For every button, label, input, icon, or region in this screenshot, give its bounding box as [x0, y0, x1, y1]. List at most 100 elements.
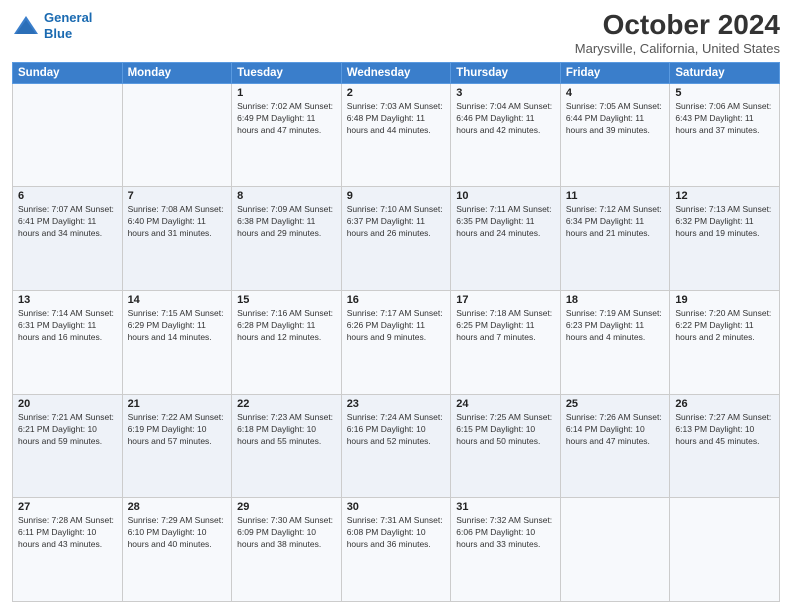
day-number: 10 [456, 190, 555, 202]
day-cell: 18 Sunrise: 7:19 AM Sunset: 6:23 PM Dayli… [560, 291, 670, 395]
day-detail: Sunrise: 7:29 AM Sunset: 6:10 PM Dayligh… [128, 515, 227, 551]
day-number: 18 [566, 294, 665, 306]
logo-icon [12, 14, 40, 38]
day-cell: 15 Sunrise: 7:16 AM Sunset: 6:28 PM Dayli… [232, 291, 342, 395]
day-number: 14 [128, 294, 227, 306]
day-cell: 4 Sunrise: 7:05 AM Sunset: 6:44 PM Daylig… [560, 83, 670, 187]
day-number: 1 [237, 87, 336, 99]
weekday-header-friday: Friday [560, 62, 670, 83]
weekday-header-thursday: Thursday [451, 62, 561, 83]
day-cell: 17Sunrise: 7:18 AM Sunset: 6:25 PM Dayli… [451, 291, 561, 395]
week-row-4: 20Sunrise: 7:21 AM Sunset: 6:21 PM Dayli… [13, 394, 780, 498]
day-number: 7 [128, 190, 227, 202]
day-detail: Sunrise: 7:15 AM Sunset: 6:29 PM Dayligh… [128, 308, 227, 344]
day-cell: 29 Sunrise: 7:30 AM Sunset: 6:09 PM Dayli… [232, 498, 342, 602]
day-number: 15 [237, 294, 336, 306]
weekday-header-wednesday: Wednesday [341, 62, 451, 83]
day-detail: Sunrise: 7:10 AM Sunset: 6:37 PM Dayligh… [347, 204, 446, 240]
day-detail: Sunrise: 7:28 AM Sunset: 6:11 PM Dayligh… [18, 515, 117, 551]
day-detail: Sunrise: 7:09 AM Sunset: 6:38 PM Dayligh… [237, 204, 336, 240]
day-detail: Sunrise: 7:25 AM Sunset: 6:15 PM Dayligh… [456, 412, 555, 448]
day-detail: Sunrise: 7:03 AM Sunset: 6:48 PM Dayligh… [347, 101, 446, 137]
day-detail: Sunrise: 7:21 AM Sunset: 6:21 PM Dayligh… [18, 412, 117, 448]
day-detail: Sunrise: 7:27 AM Sunset: 6:13 PM Dayligh… [675, 412, 774, 448]
day-cell: 8 Sunrise: 7:09 AM Sunset: 6:38 PM Daylig… [232, 187, 342, 291]
day-cell: 20Sunrise: 7:21 AM Sunset: 6:21 PM Dayli… [13, 394, 123, 498]
day-cell: 9 Sunrise: 7:10 AM Sunset: 6:37 PM Daylig… [341, 187, 451, 291]
day-number: 3 [456, 87, 555, 99]
day-number: 4 [566, 87, 665, 99]
day-cell: 21 Sunrise: 7:22 AM Sunset: 6:19 PM Dayli… [122, 394, 232, 498]
day-cell [13, 83, 123, 187]
day-cell: 16 Sunrise: 7:17 AM Sunset: 6:26 PM Dayli… [341, 291, 451, 395]
week-row-2: 6 Sunrise: 7:07 AM Sunset: 6:41 PM Daylig… [13, 187, 780, 291]
day-detail: Sunrise: 7:12 AM Sunset: 6:34 PM Dayligh… [566, 204, 665, 240]
logo: General Blue [12, 10, 92, 41]
day-detail: Sunrise: 7:22 AM Sunset: 6:19 PM Dayligh… [128, 412, 227, 448]
day-cell: 23 Sunrise: 7:24 AM Sunset: 6:16 PM Dayli… [341, 394, 451, 498]
day-detail: Sunrise: 7:05 AM Sunset: 6:44 PM Dayligh… [566, 101, 665, 137]
day-number: 24 [456, 398, 555, 410]
day-number: 19 [675, 294, 774, 306]
week-row-5: 27Sunrise: 7:28 AM Sunset: 6:11 PM Dayli… [13, 498, 780, 602]
day-detail: Sunrise: 7:02 AM Sunset: 6:49 PM Dayligh… [237, 101, 336, 137]
day-number: 29 [237, 501, 336, 513]
weekday-header-saturday: Saturday [670, 62, 780, 83]
day-number: 30 [347, 501, 446, 513]
day-cell: 7Sunrise: 7:08 AM Sunset: 6:40 PM Daylig… [122, 187, 232, 291]
day-detail: Sunrise: 7:06 AM Sunset: 6:43 PM Dayligh… [675, 101, 774, 137]
day-number: 11 [566, 190, 665, 202]
day-cell: 11 Sunrise: 7:12 AM Sunset: 6:34 PM Dayli… [560, 187, 670, 291]
day-cell: 10 Sunrise: 7:11 AM Sunset: 6:35 PM Dayli… [451, 187, 561, 291]
day-number: 2 [347, 87, 446, 99]
day-number: 13 [18, 294, 117, 306]
day-number: 31 [456, 501, 555, 513]
day-number: 16 [347, 294, 446, 306]
day-cell: 5Sunrise: 7:06 AM Sunset: 6:43 PM Daylig… [670, 83, 780, 187]
logo-line2: Blue [44, 26, 72, 41]
week-row-1: 1 Sunrise: 7:02 AM Sunset: 6:49 PM Daylig… [13, 83, 780, 187]
title-block: October 2024 Marysville, California, Uni… [575, 10, 780, 56]
day-cell [122, 83, 232, 187]
day-detail: Sunrise: 7:20 AM Sunset: 6:22 PM Dayligh… [675, 308, 774, 344]
weekday-row: SundayMondayTuesdayWednesdayThursdayFrid… [13, 62, 780, 83]
day-cell: 25 Sunrise: 7:26 AM Sunset: 6:14 PM Dayli… [560, 394, 670, 498]
day-number: 6 [18, 190, 117, 202]
day-cell: 30Sunrise: 7:31 AM Sunset: 6:08 PM Dayli… [341, 498, 451, 602]
week-row-3: 13Sunrise: 7:14 AM Sunset: 6:31 PM Dayli… [13, 291, 780, 395]
day-detail: Sunrise: 7:30 AM Sunset: 6:09 PM Dayligh… [237, 515, 336, 551]
day-cell: 12 Sunrise: 7:13 AM Sunset: 6:32 PM Dayli… [670, 187, 780, 291]
day-number: 9 [347, 190, 446, 202]
day-detail: Sunrise: 7:13 AM Sunset: 6:32 PM Dayligh… [675, 204, 774, 240]
day-detail: Sunrise: 7:11 AM Sunset: 6:35 PM Dayligh… [456, 204, 555, 240]
day-detail: Sunrise: 7:19 AM Sunset: 6:23 PM Dayligh… [566, 308, 665, 344]
day-detail: Sunrise: 7:32 AM Sunset: 6:06 PM Dayligh… [456, 515, 555, 551]
day-cell: 31 Sunrise: 7:32 AM Sunset: 6:06 PM Dayli… [451, 498, 561, 602]
day-cell: 22Sunrise: 7:23 AM Sunset: 6:18 PM Dayli… [232, 394, 342, 498]
day-number: 23 [347, 398, 446, 410]
day-cell: 24 Sunrise: 7:25 AM Sunset: 6:15 PM Dayli… [451, 394, 561, 498]
month-title: October 2024 [575, 10, 780, 41]
day-cell: 27Sunrise: 7:28 AM Sunset: 6:11 PM Dayli… [13, 498, 123, 602]
day-cell: 26 Sunrise: 7:27 AM Sunset: 6:13 PM Dayli… [670, 394, 780, 498]
day-number: 28 [128, 501, 227, 513]
day-number: 17 [456, 294, 555, 306]
day-cell: 13Sunrise: 7:14 AM Sunset: 6:31 PM Dayli… [13, 291, 123, 395]
day-number: 21 [128, 398, 227, 410]
weekday-header-tuesday: Tuesday [232, 62, 342, 83]
day-detail: Sunrise: 7:24 AM Sunset: 6:16 PM Dayligh… [347, 412, 446, 448]
day-cell: 14 Sunrise: 7:15 AM Sunset: 6:29 PM Dayli… [122, 291, 232, 395]
day-number: 25 [566, 398, 665, 410]
day-detail: Sunrise: 7:16 AM Sunset: 6:28 PM Dayligh… [237, 308, 336, 344]
calendar-body: 1 Sunrise: 7:02 AM Sunset: 6:49 PM Daylig… [13, 83, 780, 601]
day-number: 12 [675, 190, 774, 202]
day-detail: Sunrise: 7:07 AM Sunset: 6:41 PM Dayligh… [18, 204, 117, 240]
day-cell: 2 Sunrise: 7:03 AM Sunset: 6:48 PM Daylig… [341, 83, 451, 187]
day-number: 26 [675, 398, 774, 410]
day-number: 8 [237, 190, 336, 202]
day-detail: Sunrise: 7:17 AM Sunset: 6:26 PM Dayligh… [347, 308, 446, 344]
logo-text: General Blue [44, 10, 92, 41]
day-detail: Sunrise: 7:26 AM Sunset: 6:14 PM Dayligh… [566, 412, 665, 448]
location-subtitle: Marysville, California, United States [575, 41, 780, 56]
weekday-header-monday: Monday [122, 62, 232, 83]
